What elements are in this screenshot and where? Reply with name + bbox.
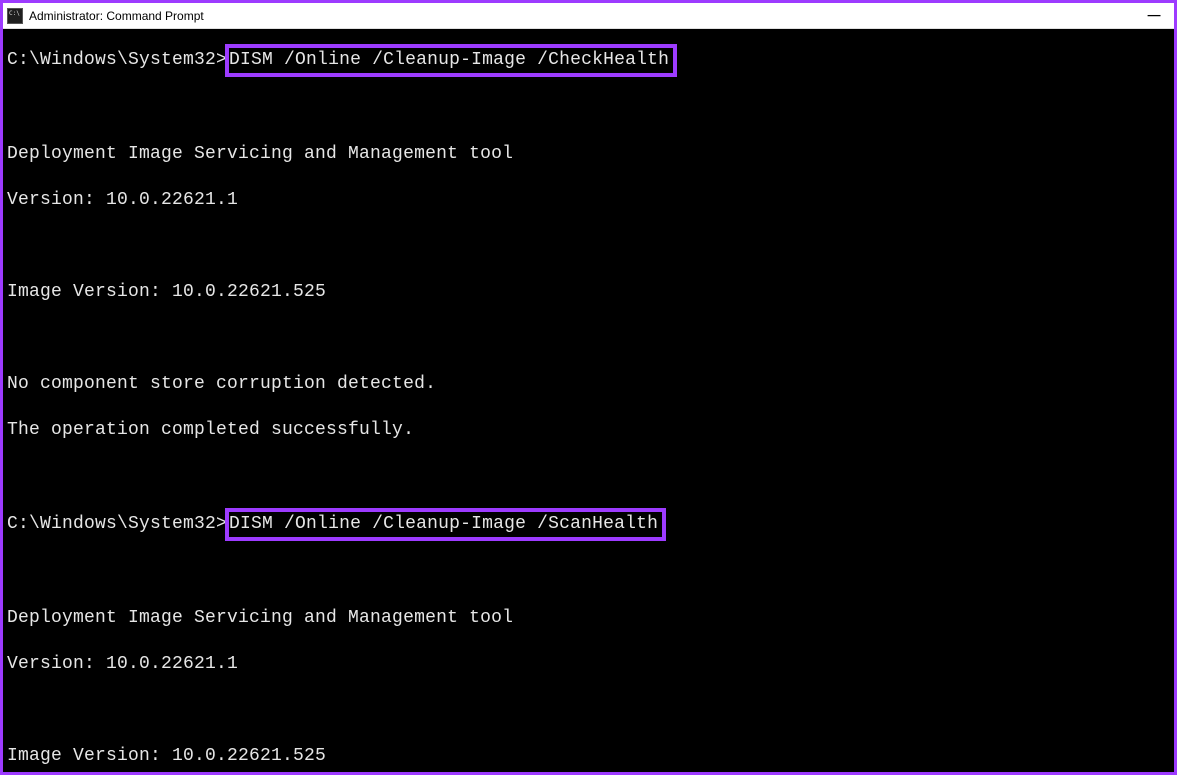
- image-version-1: Image Version: 10.0.22621.525: [7, 281, 1170, 304]
- blank: [7, 561, 1170, 584]
- cmd-line-1: C:\Windows\System32>DISM /Online /Cleanu…: [7, 47, 1170, 74]
- minimize-button[interactable]: ─: [1144, 5, 1164, 25]
- blank: [7, 465, 1170, 488]
- version-2: Version: 10.0.22621.1: [7, 653, 1170, 676]
- checkhealth-result: No component store corruption detected.: [7, 373, 1170, 396]
- cmd-line-2: C:\Windows\System32>DISM /Online /Cleanu…: [7, 511, 1170, 538]
- image-version-2: Image Version: 10.0.22621.525: [7, 745, 1170, 768]
- blank: [7, 97, 1170, 120]
- window-title: Administrator: Command Prompt: [29, 9, 204, 23]
- highlight-cmd-2: DISM /Online /Cleanup-Image /ScanHealth: [225, 508, 666, 541]
- tool-header-1: Deployment Image Servicing and Managemen…: [7, 143, 1170, 166]
- tool-header-2: Deployment Image Servicing and Managemen…: [7, 607, 1170, 630]
- success-1: The operation completed successfully.: [7, 419, 1170, 442]
- cmd-icon: [7, 8, 23, 24]
- blank: [7, 327, 1170, 350]
- terminal-area[interactable]: C:\Windows\System32>DISM /Online /Cleanu…: [3, 29, 1174, 772]
- window-titlebar[interactable]: Administrator: Command Prompt ─: [3, 3, 1174, 29]
- blank: [7, 235, 1170, 258]
- blank: [7, 699, 1170, 722]
- version-1: Version: 10.0.22621.1: [7, 189, 1170, 212]
- highlight-cmd-1: DISM /Online /Cleanup-Image /CheckHealth: [225, 44, 677, 77]
